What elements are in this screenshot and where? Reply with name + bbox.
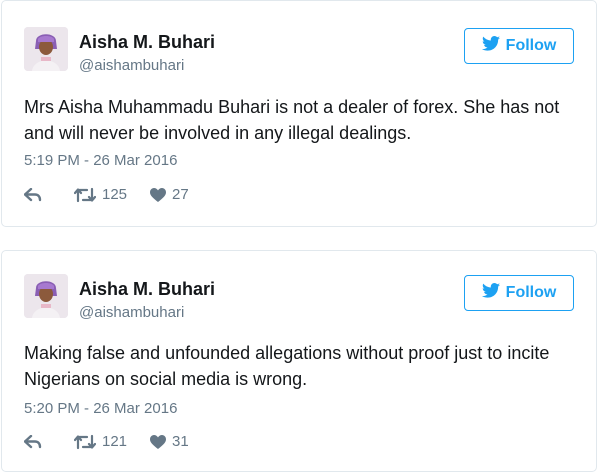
tweet-card: Aisha M. Buhari @aishambuhari Follow Mrs… <box>1 0 597 227</box>
reply-button[interactable] <box>24 434 74 449</box>
author-name[interactable]: Aisha M. Buhari <box>79 279 215 300</box>
follow-button[interactable]: Follow <box>464 28 574 64</box>
retweet-button[interactable]: 125 <box>74 186 150 203</box>
follow-label: Follow <box>505 37 557 54</box>
retweet-icon <box>74 187 96 203</box>
tweet-timestamp[interactable]: 5:19 PM - 26 Mar 2016 <box>24 152 177 169</box>
like-count: 31 <box>172 433 189 450</box>
tweet-text: Mrs Aisha Muhammadu Buhari is not a deal… <box>24 97 560 143</box>
tweet-card: Aisha M. Buhari @aishambuhari Follow Mak… <box>1 250 597 472</box>
avatar[interactable] <box>24 274 68 318</box>
heart-icon <box>150 434 166 449</box>
tweet-timestamp[interactable]: 5:20 PM - 26 Mar 2016 <box>24 400 177 417</box>
tweet-actions: 121 31 <box>24 433 189 450</box>
author-handle[interactable]: @aishambuhari <box>79 304 184 321</box>
reply-icon <box>24 434 42 449</box>
author-handle[interactable]: @aishambuhari <box>79 57 184 74</box>
bird-icon <box>481 283 500 303</box>
like-button[interactable]: 31 <box>150 433 189 450</box>
follow-label: Follow <box>505 284 557 301</box>
tweet-text: Making false and unfounded allegations w… <box>24 343 550 389</box>
author-name[interactable]: Aisha M. Buhari <box>79 32 215 53</box>
retweet-button[interactable]: 121 <box>74 433 150 450</box>
reply-icon <box>24 187 42 202</box>
retweet-count: 125 <box>102 186 128 203</box>
avatar[interactable] <box>24 27 68 71</box>
retweet-icon <box>74 434 96 450</box>
heart-icon <box>150 187 166 202</box>
retweet-count: 121 <box>102 433 128 450</box>
follow-button[interactable]: Follow <box>464 275 574 311</box>
like-count: 27 <box>172 186 189 203</box>
bird-icon <box>481 36 500 56</box>
reply-button[interactable] <box>24 187 74 202</box>
like-button[interactable]: 27 <box>150 186 189 203</box>
tweet-actions: 125 27 <box>24 186 189 203</box>
